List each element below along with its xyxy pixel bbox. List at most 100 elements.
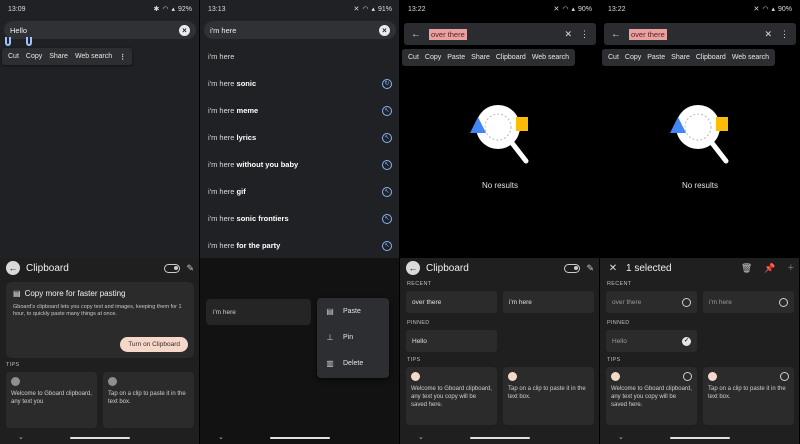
clipboard-toggle[interactable] bbox=[564, 263, 581, 273]
edit-icon[interactable]: ✎ bbox=[186, 263, 194, 274]
menu-share[interactable]: Share bbox=[49, 53, 68, 60]
menu-cut[interactable]: Cut bbox=[608, 54, 619, 61]
clear-icon[interactable]: × bbox=[379, 24, 390, 36]
turn-on-clipboard-button[interactable]: Turn on Clipboard bbox=[120, 337, 188, 352]
clip-item[interactable]: over there bbox=[606, 291, 697, 313]
tip-card-welcome[interactable]: Welcome to Gboard clipboard, any text yo… bbox=[606, 367, 697, 425]
menu-copy[interactable]: Copy bbox=[625, 54, 641, 61]
gboard-clipboard-panel: ← Clipboard ✎ ▤ Copy more for faster pas… bbox=[0, 258, 199, 444]
history-icon[interactable]: ↻ bbox=[382, 78, 392, 89]
tip-card-tap[interactable]: Tap on a clip to paste it in the text bo… bbox=[703, 367, 794, 425]
gesture-nav-bar[interactable] bbox=[270, 437, 330, 439]
pin-icon[interactable]: 📌 bbox=[764, 263, 775, 274]
clip-item[interactable]: i'm here bbox=[206, 299, 311, 325]
tip-card-tap[interactable]: Tap on a clip to paste it in the text bo… bbox=[103, 372, 194, 428]
select-radio[interactable] bbox=[683, 372, 692, 381]
suggestion-item[interactable]: i'm here sonic ↻ bbox=[200, 70, 399, 97]
fill-arrow-icon[interactable]: ↖ bbox=[382, 159, 392, 170]
tip-card-welcome[interactable]: Welcome to Gboard clipboard, any text yo… bbox=[406, 367, 497, 425]
back-arrow-icon[interactable]: ← bbox=[6, 261, 20, 275]
fill-arrow-icon[interactable]: ↖ bbox=[382, 186, 392, 197]
chevron-down-icon[interactable]: ⌄ bbox=[618, 433, 624, 441]
back-arrow-icon[interactable]: ← bbox=[406, 261, 420, 275]
back-arrow-icon[interactable]: ← bbox=[611, 29, 621, 40]
fill-arrow-icon[interactable]: ↖ bbox=[382, 240, 392, 251]
search-input-selected[interactable]: over there bbox=[429, 28, 467, 40]
search-input[interactable]: Hello bbox=[10, 26, 179, 35]
more-vert-icon[interactable]: ⋮ bbox=[780, 29, 789, 40]
gesture-nav-bar[interactable] bbox=[470, 437, 530, 439]
close-icon[interactable]: ✕ bbox=[564, 29, 572, 40]
clip-item[interactable]: over there bbox=[406, 291, 497, 313]
delete-menu-item[interactable]: ▥ Delete bbox=[317, 350, 389, 376]
paste-menu-item[interactable]: ▤ Paste bbox=[317, 298, 389, 324]
close-icon[interactable]: ✕ bbox=[764, 29, 772, 40]
menu-web-search[interactable]: Web search bbox=[75, 53, 112, 60]
more-vert-icon[interactable]: ⋮ bbox=[119, 53, 126, 61]
clipboard-toggle[interactable] bbox=[164, 263, 181, 273]
menu-share[interactable]: Share bbox=[471, 54, 490, 61]
clip-item[interactable]: i'm here bbox=[503, 291, 594, 313]
search-input[interactable]: i'm here bbox=[210, 26, 379, 35]
signal-icon: ▴ bbox=[171, 5, 175, 13]
tip-card-tap[interactable]: Tap on a clip to paste it in the text bo… bbox=[503, 367, 594, 425]
select-radio[interactable] bbox=[780, 372, 789, 381]
suggestion-item[interactable]: i'm here lyrics ↖ bbox=[200, 124, 399, 151]
tips-label: TIPS bbox=[607, 357, 621, 363]
menu-web-search[interactable]: Web search bbox=[532, 54, 569, 61]
selection-handle-right[interactable] bbox=[26, 37, 32, 46]
clip-item[interactable]: i'm here bbox=[703, 291, 794, 313]
edit-icon[interactable]: ✎ bbox=[586, 263, 594, 274]
selection-handle-left[interactable] bbox=[5, 37, 11, 46]
gesture-nav-bar[interactable] bbox=[670, 437, 730, 439]
suggestion-item[interactable]: i'm here without you baby ↖ bbox=[200, 151, 399, 178]
more-vert-icon[interactable]: ⋮ bbox=[580, 29, 589, 40]
suggestion-item[interactable]: i'm here gif ↖ bbox=[200, 178, 399, 205]
clear-icon[interactable]: × bbox=[179, 24, 190, 36]
close-selection-icon[interactable]: ✕ bbox=[606, 263, 620, 274]
signal-icon: ▴ bbox=[371, 5, 375, 13]
checkmark-icon[interactable]: ✓ bbox=[682, 336, 691, 346]
menu-paste[interactable]: Paste bbox=[447, 54, 465, 61]
suggestion-item[interactable]: i'm here sonic frontiers ↖ bbox=[200, 205, 399, 232]
tips-label: TIPS bbox=[407, 357, 421, 363]
info-icon bbox=[11, 377, 20, 386]
chevron-down-icon[interactable]: ⌄ bbox=[18, 433, 24, 441]
chevron-down-icon[interactable]: ⌄ bbox=[218, 433, 224, 441]
pinned-clip-item[interactable]: Hello bbox=[406, 330, 497, 352]
fill-arrow-icon[interactable]: ↖ bbox=[382, 132, 392, 143]
menu-copy[interactable]: Copy bbox=[26, 53, 42, 60]
fill-arrow-icon[interactable]: ↖ bbox=[382, 213, 392, 224]
gesture-nav-bar[interactable] bbox=[70, 437, 130, 439]
pinned-clip-item[interactable]: Hello ✓ bbox=[606, 330, 697, 352]
fill-arrow-icon[interactable]: ↖ bbox=[382, 105, 392, 116]
promo-card: ▤ Copy more for faster pasting Gboard's … bbox=[6, 282, 194, 358]
search-bar[interactable]: i'm here × bbox=[204, 21, 396, 39]
mute-icon: ✕ bbox=[553, 5, 560, 13]
select-radio[interactable] bbox=[779, 297, 788, 307]
menu-cut[interactable]: Cut bbox=[408, 54, 419, 61]
select-radio[interactable] bbox=[682, 297, 691, 307]
search-input-selected[interactable]: over there bbox=[629, 28, 667, 40]
suggestion-item[interactable]: i'm here for the party ↖ bbox=[200, 232, 399, 259]
menu-paste[interactable]: Paste bbox=[647, 54, 665, 61]
pin-menu-item[interactable]: ⊥ Pin bbox=[317, 324, 389, 350]
search-bar[interactable]: Hello × bbox=[4, 21, 196, 39]
text-selection-menu: Cut Copy Share Web search ⋮ bbox=[2, 48, 133, 65]
menu-copy[interactable]: Copy bbox=[425, 54, 441, 61]
chevron-down-icon[interactable]: ⌄ bbox=[418, 433, 424, 441]
menu-clipboard[interactable]: Clipboard bbox=[496, 54, 526, 61]
delete-icon[interactable]: 🗑 bbox=[741, 263, 752, 274]
mute-icon: ✕ bbox=[353, 5, 360, 13]
no-results-illustration-icon bbox=[470, 105, 529, 164]
tip-card-welcome[interactable]: Welcome to Gboard clipboard, any text yo… bbox=[6, 372, 97, 428]
suggestion-item[interactable]: i'm here bbox=[200, 43, 399, 70]
menu-clipboard[interactable]: Clipboard bbox=[696, 54, 726, 61]
back-arrow-icon[interactable]: ← bbox=[411, 29, 421, 40]
wifi-icon: ◠ bbox=[362, 5, 369, 13]
suggestion-item[interactable]: i'm here meme ↖ bbox=[200, 97, 399, 124]
add-icon[interactable]: + bbox=[788, 262, 794, 274]
menu-cut[interactable]: Cut bbox=[8, 53, 19, 60]
menu-share[interactable]: Share bbox=[671, 54, 690, 61]
menu-web-search[interactable]: Web search bbox=[732, 54, 769, 61]
